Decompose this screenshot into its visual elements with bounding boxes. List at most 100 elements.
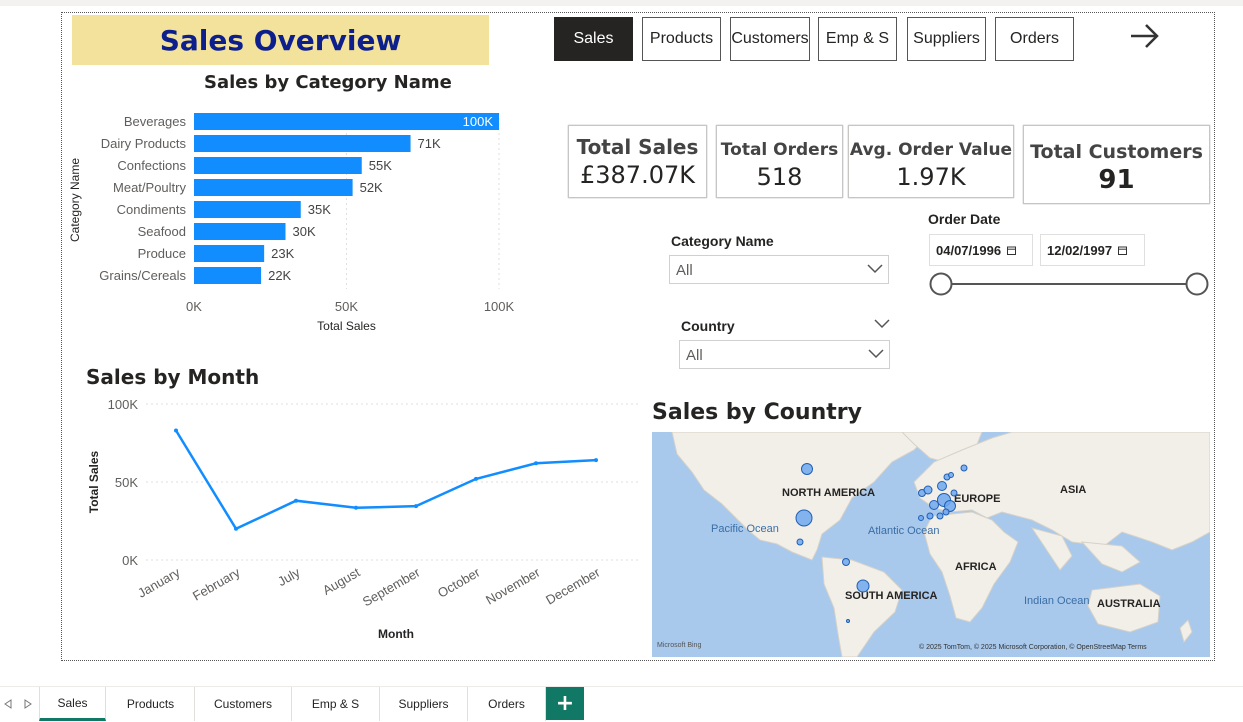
nav-button-products[interactable]: Products [642, 17, 721, 61]
line-point[interactable] [294, 498, 298, 503]
add-page-button[interactable]: + [546, 687, 584, 720]
end-date-input[interactable]: 12/02/1997 [1040, 234, 1145, 266]
map-bubble[interactable] [926, 512, 934, 520]
slider-end-handle[interactable] [1185, 272, 1209, 296]
line-point[interactable] [474, 476, 478, 481]
map-bubble[interactable] [796, 538, 804, 546]
page-tab-bar: Sales Products Customers Emp & S Supplie… [0, 686, 1243, 722]
bar[interactable] [194, 267, 262, 284]
category-label: Produce [138, 246, 186, 261]
map-bubble[interactable] [950, 489, 958, 497]
bar[interactable] [194, 157, 362, 174]
calendar-icon [1118, 246, 1128, 255]
card-avg-order-value: Avg. Order Value 1.97K [848, 125, 1014, 198]
arrow-right-icon[interactable] [1126, 18, 1162, 54]
order-date-slicer-title: Order Date [928, 211, 1001, 227]
plus-icon: + [555, 691, 575, 716]
bar[interactable] [194, 113, 499, 130]
map-bubble[interactable] [960, 464, 968, 472]
country-dropdown[interactable]: All [679, 340, 890, 369]
month-line-chart: 0K 50K 100K January February July AugustSeptem… [87, 397, 638, 641]
x-tick-label: September [360, 564, 423, 609]
y-tick-label: 50K [115, 475, 138, 490]
map-bubble[interactable] [842, 558, 850, 566]
y-axis-title: Category Name [68, 158, 82, 242]
tab-customers[interactable]: Customers [195, 687, 292, 721]
map-bubble[interactable] [846, 619, 850, 623]
tab-products[interactable]: Products [107, 687, 195, 721]
card-label: Total Orders [720, 140, 839, 160]
map-label-atlantic: Atlantic Ocean [868, 525, 940, 537]
tab-scroll-left-icon[interactable] [4, 699, 12, 709]
tab-emp[interactable]: Emp & S [292, 687, 380, 721]
bar-data-label: 23K [271, 246, 294, 261]
line-point[interactable] [354, 505, 358, 510]
map-bubble[interactable] [795, 509, 813, 527]
bar-data-label: 52K [360, 180, 383, 195]
line-point[interactable] [234, 526, 238, 531]
map-bubble[interactable] [936, 512, 944, 520]
map-brand-label: Microsoft Bing [657, 642, 701, 649]
map-bubble[interactable] [937, 481, 947, 491]
slider-start-handle[interactable] [929, 272, 953, 296]
map-label-indian: Indian Ocean [1024, 595, 1089, 607]
bar-data-label: 35K [308, 202, 331, 217]
nav-button-emp[interactable]: Emp & S [818, 17, 897, 61]
nav-button-sales[interactable]: Sales [554, 17, 633, 61]
sales-map[interactable]: NORTH AMERICA EUROPE ASIA AFRICA SOUTH A… [652, 432, 1210, 657]
date-range-slider[interactable] [926, 270, 1212, 298]
card-value: 91 [1098, 165, 1135, 195]
card-label: Avg. Order Value [849, 140, 1013, 160]
category-slicer-title: Category Name [671, 233, 774, 249]
card-value: 518 [756, 163, 803, 191]
tab-sales[interactable]: Sales [39, 687, 106, 721]
line-point[interactable] [414, 504, 418, 509]
bar[interactable] [194, 179, 353, 196]
map-bubble[interactable] [918, 515, 924, 521]
map-label-africa: AFRICA [955, 561, 997, 573]
x-tick-label: November [483, 564, 543, 607]
tab-scroll-right-icon[interactable] [24, 699, 32, 709]
bar[interactable] [194, 223, 286, 240]
card-total-sales: Total Sales £387.07K [568, 125, 707, 198]
map-bubble[interactable] [856, 579, 870, 593]
nav-button-orders[interactable]: Orders [995, 17, 1074, 61]
card-label: Total Customers [1030, 141, 1203, 163]
title-banner: Sales Overview [72, 15, 489, 65]
map-label-europe: EUROPE [954, 493, 1000, 505]
line-point[interactable] [174, 428, 178, 433]
chevron-down-icon [867, 264, 883, 274]
category-label: Dairy Products [101, 136, 187, 151]
map-bubble[interactable] [929, 500, 939, 510]
end-date-value: 12/02/1997 [1047, 242, 1113, 258]
x-tick-label: August [320, 564, 363, 597]
nav-button-customers[interactable]: Customers [730, 17, 810, 61]
country-slicer-title: Country [681, 318, 735, 334]
x-tick-label: 0K [186, 299, 202, 314]
world-map: NORTH AMERICA EUROPE ASIA AFRICA SOUTH A… [657, 432, 1210, 657]
bar[interactable] [194, 201, 301, 218]
chevron-down-icon[interactable] [873, 317, 891, 331]
nav-button-suppliers[interactable]: Suppliers [907, 17, 986, 61]
bar-chart-title: Sales by Category Name [204, 72, 452, 93]
start-date-input[interactable]: 04/07/1996 [929, 234, 1033, 266]
map-bubble[interactable] [942, 508, 950, 516]
sales-line[interactable] [174, 429, 597, 531]
map-bubble[interactable] [801, 463, 813, 475]
map-bubble[interactable] [948, 472, 954, 478]
map-bubble[interactable] [923, 485, 933, 495]
line-chart-title: Sales by Month [86, 365, 260, 389]
bar[interactable] [194, 135, 411, 152]
x-tick-label: February [190, 564, 243, 603]
bar[interactable] [194, 245, 265, 262]
category-dropdown[interactable]: All [669, 255, 889, 284]
line-point[interactable] [534, 461, 538, 466]
y-tick-label: 100K [108, 397, 139, 412]
bar-data-label: 55K [369, 158, 392, 173]
tab-orders[interactable]: Orders [468, 687, 546, 721]
line-point[interactable] [594, 458, 598, 463]
tab-suppliers[interactable]: Suppliers [380, 687, 468, 721]
x-tick-label: 100K [484, 299, 515, 314]
card-value: £387.07K [580, 161, 695, 189]
card-total-customers: Total Customers 91 [1023, 125, 1210, 204]
